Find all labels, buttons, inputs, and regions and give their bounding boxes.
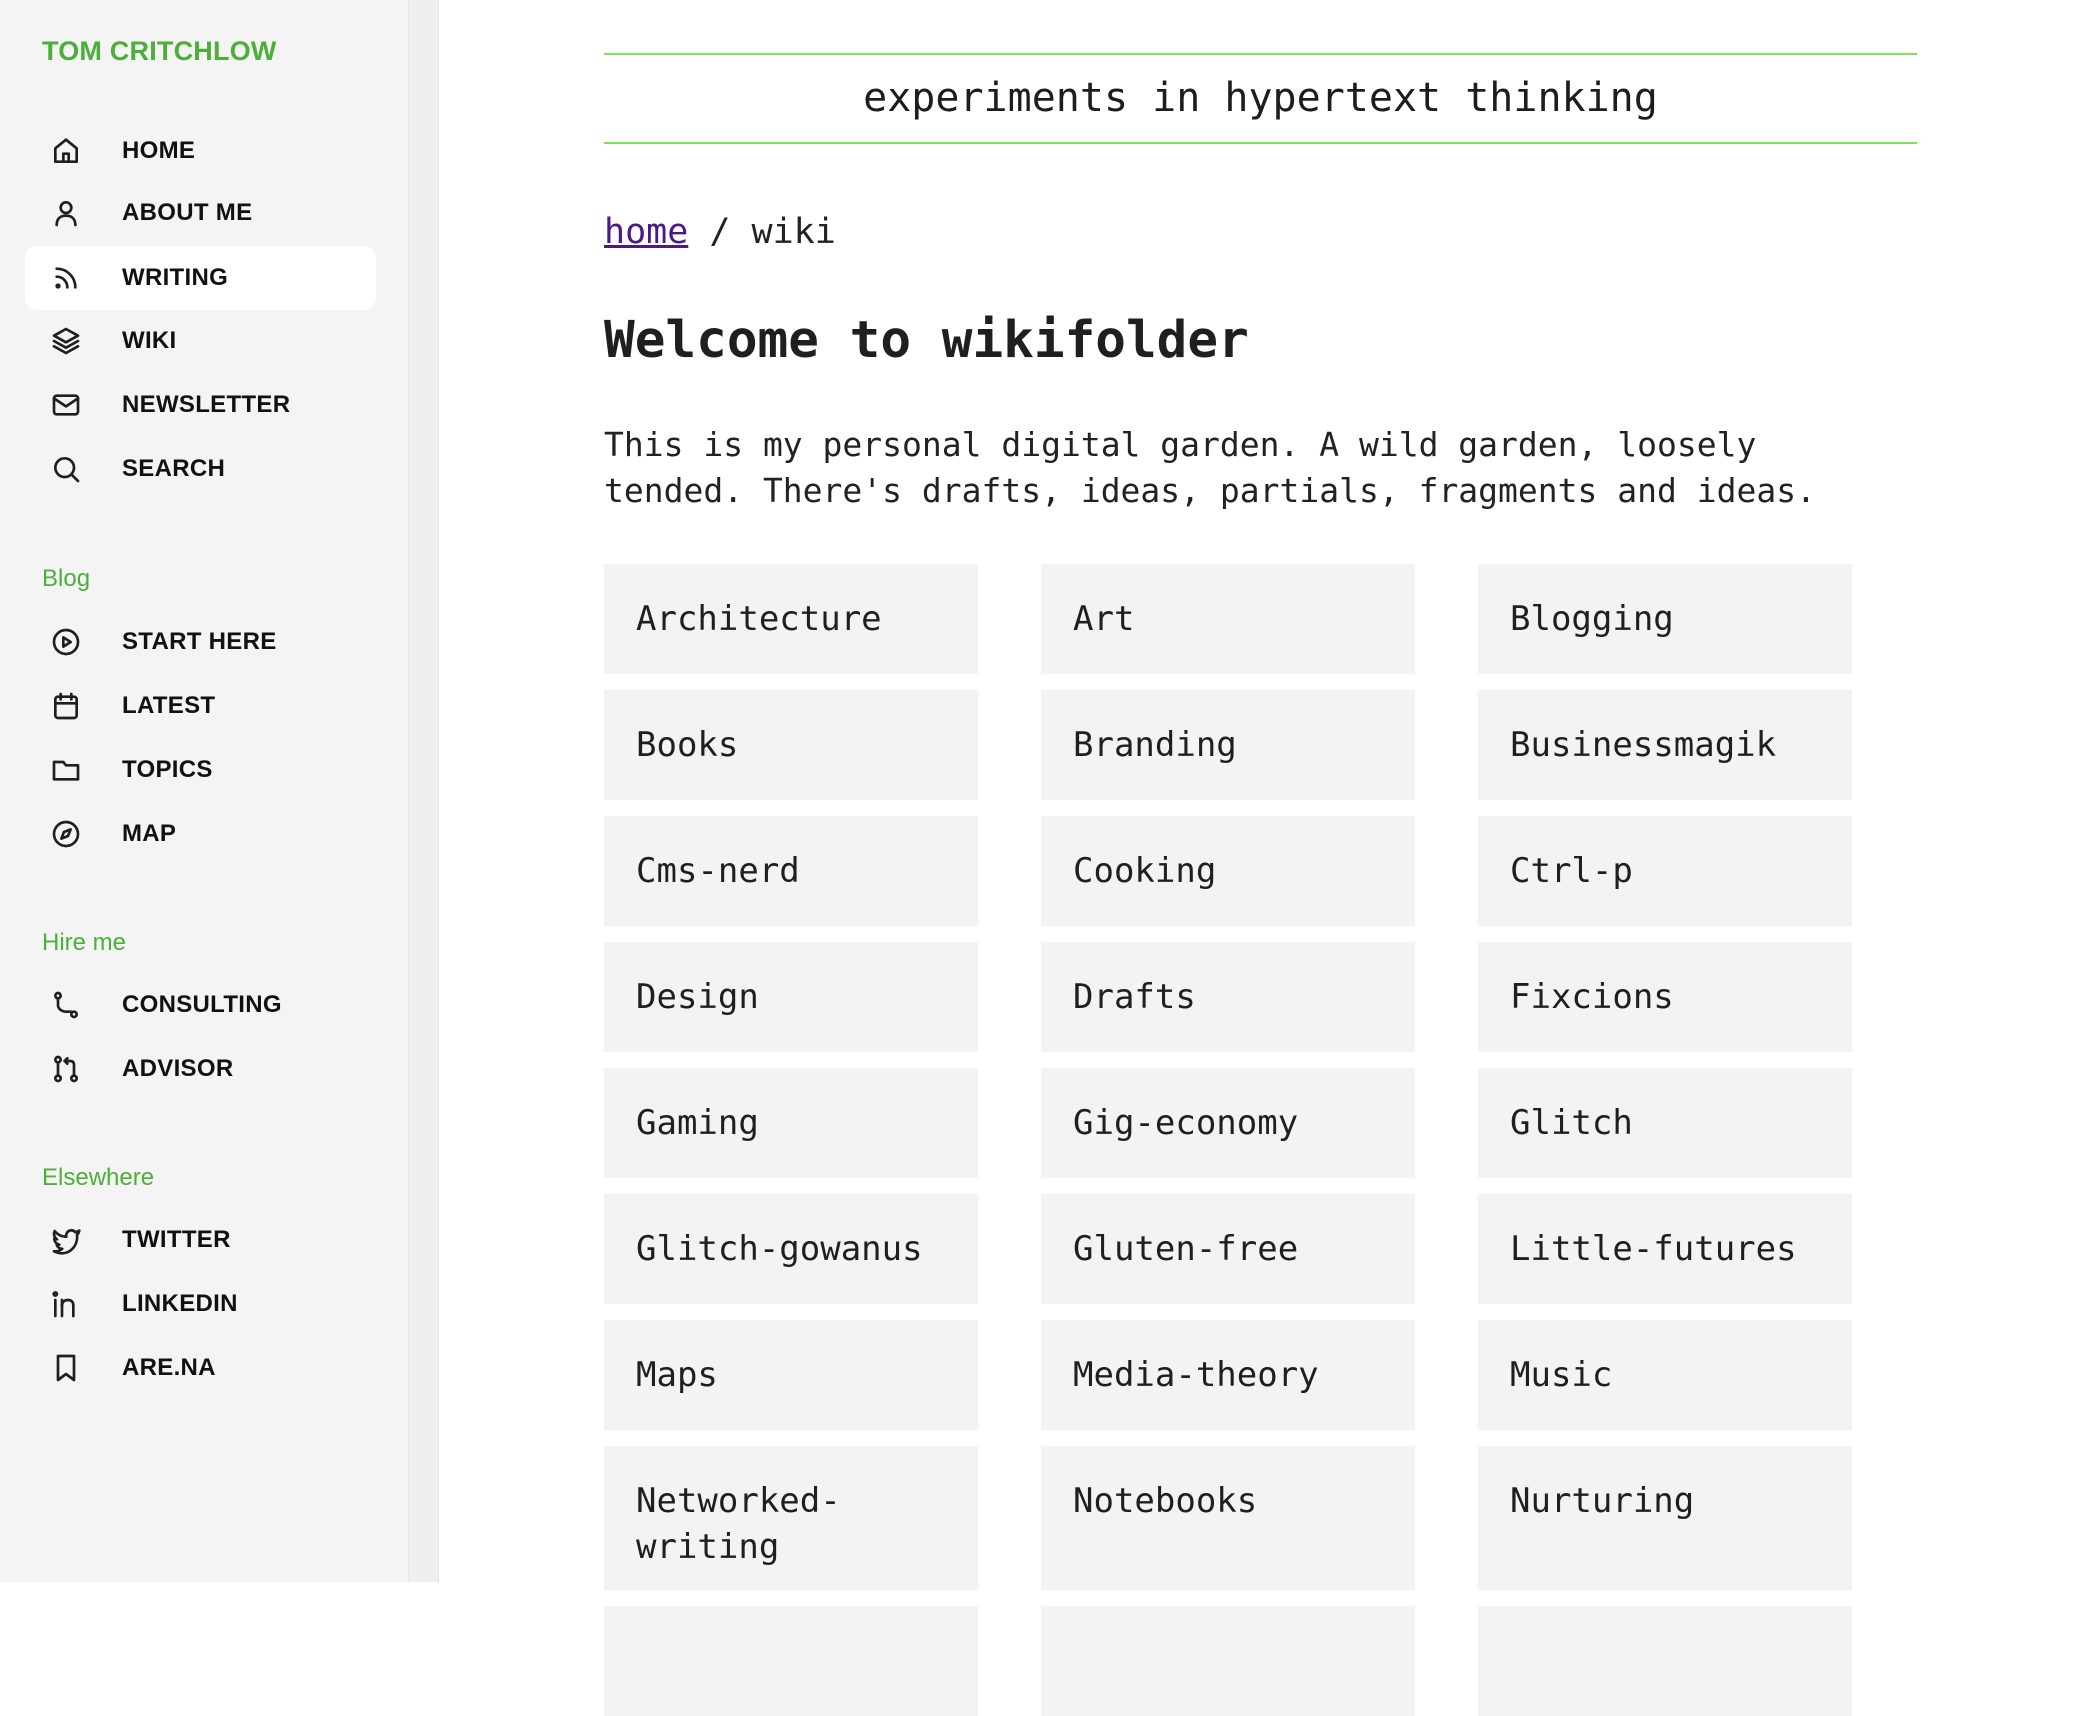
route-icon — [49, 988, 83, 1022]
wiki-topic-tile[interactable]: Maps — [604, 1320, 978, 1430]
breadcrumb-home-link[interactable]: home — [604, 212, 688, 252]
git-pull-request-icon — [49, 1052, 83, 1086]
wiki-topic-tile[interactable]: Glitch — [1478, 1068, 1852, 1178]
nav-item-home[interactable]: HOME — [25, 119, 376, 183]
nav-label: ABOUT ME — [122, 199, 253, 226]
wiki-topic-tile[interactable]: Nurturing — [1478, 1446, 1852, 1590]
bookmark-icon — [49, 1351, 83, 1385]
wiki-topic-tile[interactable]: Blogging — [1478, 564, 1852, 674]
wiki-topic-tile[interactable]: Businessmagik — [1478, 690, 1852, 800]
home-icon — [49, 134, 83, 168]
rss-icon — [49, 261, 83, 295]
nav-label: WIKI — [122, 327, 177, 354]
nav-item-advisor[interactable]: ADVISOR — [25, 1037, 376, 1101]
breadcrumb-separator: / — [688, 212, 752, 252]
section-title-elsewhere: Elsewhere — [42, 1164, 155, 1191]
nav-label: SEARCH — [122, 455, 226, 482]
wiki-topic-tile[interactable] — [604, 1606, 978, 1716]
wiki-topic-tile[interactable]: Glitch-gowanus — [604, 1194, 978, 1304]
nav-item-start-here[interactable]: START HERE — [25, 610, 376, 674]
linkedin-icon — [49, 1287, 83, 1321]
sidebar: TOM CRITCHLOW HOME ABOUT ME WRITING WIKI… — [0, 0, 409, 1582]
folder-icon — [49, 753, 83, 787]
nav-label: NEWSLETTER — [122, 391, 291, 418]
wiki-topic-tile[interactable]: Cooking — [1041, 816, 1415, 926]
wiki-topic-tile[interactable]: Architecture — [604, 564, 978, 674]
nav-item-twitter[interactable]: TWITTER — [25, 1208, 376, 1272]
nav-item-topics[interactable]: TOPICS — [25, 738, 376, 802]
compass-icon — [49, 817, 83, 851]
wiki-topic-tile[interactable]: Books — [604, 690, 978, 800]
page-title: Welcome to wikifolder — [604, 311, 1249, 370]
sidebar-divider — [409, 0, 439, 1582]
wiki-topic-tile[interactable]: Ctrl-p — [1478, 816, 1852, 926]
section-title-blog: Blog — [42, 565, 91, 592]
wiki-topic-tile[interactable]: Gaming — [604, 1068, 978, 1178]
wiki-topic-tile[interactable]: Networked-writing — [604, 1446, 978, 1590]
nav-item-latest[interactable]: LATEST — [25, 674, 376, 738]
nav-label: LATEST — [122, 692, 216, 719]
nav-label: WRITING — [122, 264, 229, 291]
wiki-topic-tile[interactable]: Fixcions — [1478, 942, 1852, 1052]
breadcrumb: home / wiki — [604, 207, 836, 257]
wiki-topic-tile[interactable]: Music — [1478, 1320, 1852, 1430]
nav-item-map[interactable]: MAP — [25, 802, 376, 866]
nav-item-search[interactable]: SEARCH — [25, 437, 376, 501]
wiki-topic-tile[interactable]: Branding — [1041, 690, 1415, 800]
wiki-topic-tile[interactable]: Media-theory — [1041, 1320, 1415, 1430]
site-tagline: experiments in hypertext thinking — [604, 53, 1917, 144]
nav-item-newsletter[interactable]: NEWSLETTER — [25, 373, 376, 437]
wiki-topic-tile[interactable]: Design — [604, 942, 978, 1052]
wiki-topic-tile[interactable]: Notebooks — [1041, 1446, 1415, 1590]
nav-item-consulting[interactable]: CONSULTING — [25, 973, 376, 1037]
calendar-icon — [49, 689, 83, 723]
nav-label: TOPICS — [122, 756, 213, 783]
nav-label: LINKEDIN — [122, 1290, 238, 1317]
nav-item-are-na[interactable]: ARE.NA — [25, 1336, 376, 1400]
wiki-topic-tile[interactable]: Drafts — [1041, 942, 1415, 1052]
mail-icon — [49, 388, 83, 422]
intro-text: This is my personal digital garden. A wi… — [604, 425, 1816, 510]
nav-label: START HERE — [122, 628, 277, 655]
layers-icon — [49, 324, 83, 358]
search-icon — [49, 452, 83, 486]
breadcrumb-current: wiki — [751, 212, 836, 252]
section-title-hire-me: Hire me — [42, 929, 127, 956]
site-brand[interactable]: TOM CRITCHLOW — [42, 36, 277, 67]
twitter-icon — [49, 1223, 83, 1257]
nav-label: HOME — [122, 137, 196, 164]
nav-item-about-me[interactable]: ABOUT ME — [25, 181, 376, 245]
wiki-topic-tile[interactable]: Cms-nerd — [604, 816, 978, 926]
wiki-topic-tile[interactable] — [1041, 1606, 1415, 1716]
wiki-topic-tile[interactable]: Gig-economy — [1041, 1068, 1415, 1178]
nav-label: CONSULTING — [122, 991, 282, 1018]
nav-item-writing[interactable]: WRITING — [25, 246, 376, 310]
nav-label: MAP — [122, 820, 177, 847]
wiki-topic-tile[interactable] — [1478, 1606, 1852, 1716]
nav-item-linkedin[interactable]: LINKEDIN — [25, 1272, 376, 1336]
wiki-topic-tile[interactable]: Gluten-free — [1041, 1194, 1415, 1304]
nav-label: TWITTER — [122, 1226, 231, 1253]
nav-label: ADVISOR — [122, 1055, 234, 1082]
wiki-topic-grid: Architecture Art Blogging Books Branding… — [604, 564, 1854, 1716]
wiki-topic-tile[interactable]: Art — [1041, 564, 1415, 674]
nav-label: ARE.NA — [122, 1354, 216, 1381]
wiki-topic-tile[interactable]: Little-futures — [1478, 1194, 1852, 1304]
play-circle-icon — [49, 625, 83, 659]
user-icon — [49, 196, 83, 230]
nav-item-wiki[interactable]: WIKI — [25, 309, 376, 373]
